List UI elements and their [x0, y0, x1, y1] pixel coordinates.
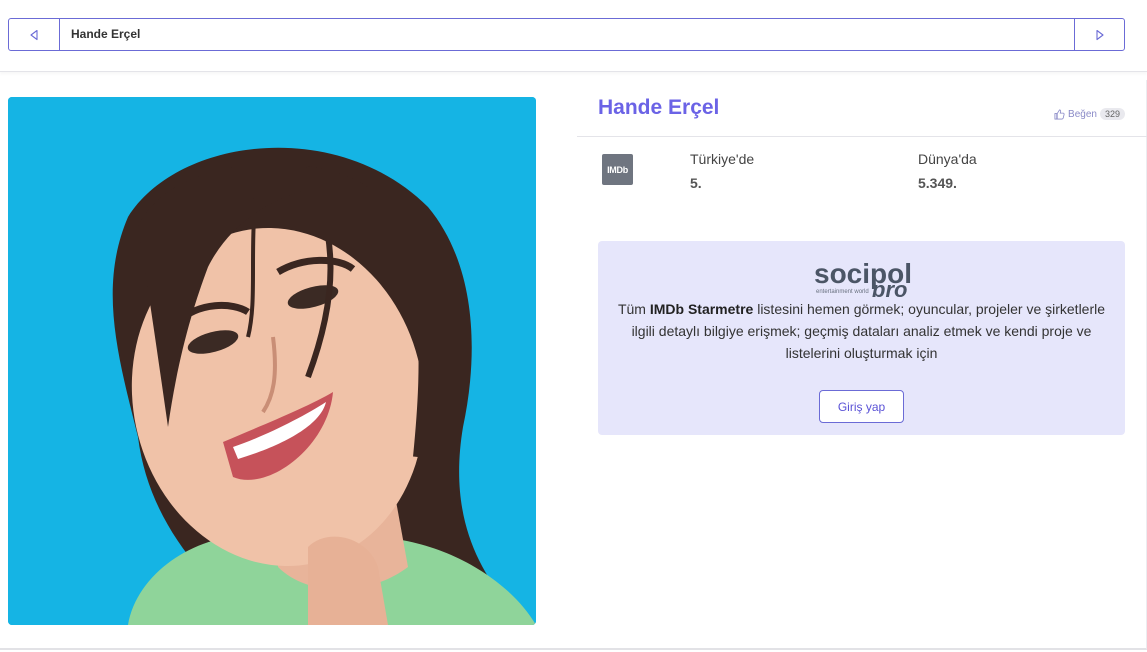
previous-button[interactable]: [9, 19, 60, 50]
world-rank-value: 5.349.: [918, 175, 957, 191]
promo-text-highlight: IMDb Starmetre: [649, 301, 754, 317]
profile-navigator: Hande Erçel: [8, 18, 1125, 51]
like-button[interactable]: Beğen 329: [1054, 108, 1125, 120]
login-button[interactable]: Giriş yap: [819, 390, 904, 423]
navigator-title: Hande Erçel: [71, 27, 141, 41]
turkey-rank-label: Türkiye'de: [690, 151, 755, 167]
world-rank-label: Dünya'da: [918, 151, 977, 167]
promo-description: Tüm IMDb Starmetre listesini hemen görme…: [610, 298, 1113, 364]
person-name: Hande Erçel: [598, 96, 720, 119]
turkey-rank-value: 5.: [690, 175, 702, 191]
like-label: Beğen: [1068, 108, 1097, 120]
imdb-logo: IMDb: [602, 154, 633, 185]
header-divider: [577, 136, 1147, 137]
top-navigation-bar: Hande Erçel: [0, 0, 1147, 72]
next-button[interactable]: [1074, 19, 1124, 50]
promo-text-prefix: Tüm: [617, 301, 650, 317]
profile-photo: [8, 97, 536, 625]
promo-panel: socipol pro entertainment world Tüm IMDb…: [598, 241, 1125, 435]
portrait-image: [8, 97, 536, 625]
like-count-badge: 329: [1099, 108, 1125, 120]
chevron-left-icon: [30, 29, 38, 40]
chevron-right-icon: [1095, 29, 1104, 40]
thumbs-up-icon: [1054, 109, 1065, 119]
socipol-pro-logo: socipol pro entertainment world: [814, 258, 912, 297]
logo-sub-text: pro: [871, 277, 907, 297]
logo-tagline: entertainment world: [816, 289, 869, 295]
